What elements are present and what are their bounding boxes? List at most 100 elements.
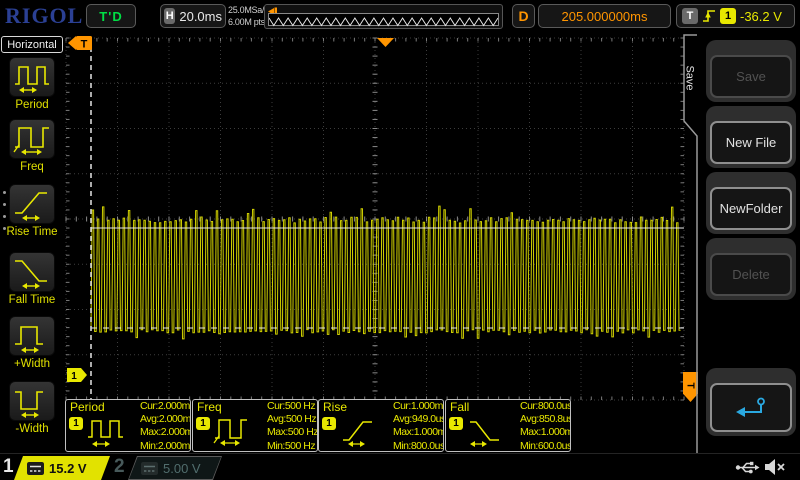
rise-time-icon xyxy=(337,414,387,450)
trigger-slope-icon xyxy=(702,8,716,24)
meas-row: Cur:800.0us xyxy=(520,400,571,413)
meas-row: Avg:949.0us xyxy=(393,413,444,426)
channel-badge: 1 xyxy=(322,417,336,430)
channel-status-bar: 1 15.2 V 2 5.00 V xyxy=(0,453,800,480)
measurement-period: Period 1 Cur:2.000ms Avg:2.000ms Max:2.0… xyxy=(65,399,191,452)
meas-row: Max:1.000ms xyxy=(520,426,571,439)
menu-item-period-button[interactable] xyxy=(9,57,55,97)
measurement-title: Period xyxy=(70,400,105,414)
meas-row: Min:600.0us xyxy=(520,440,571,452)
sample-rate: 25.0MSa/s xyxy=(228,4,268,16)
channel1-trace xyxy=(91,206,681,339)
menu-item-fall-time-button[interactable] xyxy=(9,252,55,292)
channel1-tab[interactable]: 15.2 V xyxy=(14,456,110,480)
menu-item-freq-label: Freq xyxy=(0,161,64,173)
channel1-level-marker[interactable]: 1 xyxy=(67,368,87,382)
menu-item-period-label: Period xyxy=(0,99,64,111)
new-folder-button-label: NewFolder xyxy=(720,201,783,216)
delete-button[interactable]: Delete xyxy=(706,238,796,300)
channel2-tab[interactable]: 5.00 V xyxy=(128,456,222,480)
measurement-freq: Freq 1 Cur:500 Hz Avg:500 Hz Max:500 Hz … xyxy=(192,399,318,452)
page-dot xyxy=(3,215,6,218)
trigger-status-text: T'D xyxy=(99,9,122,24)
trigger-position-marker[interactable]: T xyxy=(68,36,92,51)
period-icon xyxy=(84,414,134,450)
menu-item-rise-time-button[interactable] xyxy=(9,184,55,224)
dc-coupling-icon xyxy=(141,462,158,475)
trigger-status-badge[interactable]: T'D xyxy=(86,4,136,28)
plus-width-icon xyxy=(12,317,52,355)
rise-time-icon xyxy=(12,185,52,223)
fall-time-icon xyxy=(464,414,514,450)
save-button-label: Save xyxy=(736,69,766,84)
delay-offset-badge[interactable]: 205.000000ms xyxy=(538,4,671,28)
fall-time-icon xyxy=(12,253,52,291)
horizontal-timebase-badge[interactable]: H 20.0ms xyxy=(160,4,226,28)
channel-badge: 1 xyxy=(449,417,463,430)
menu-item-plus-width-button[interactable] xyxy=(9,316,55,356)
meas-row: Avg:850.8us xyxy=(520,413,571,426)
save-button[interactable]: Save xyxy=(706,40,796,102)
menu-item-minus-width-button[interactable] xyxy=(9,381,55,421)
meas-row: Avg:2.000ms xyxy=(140,413,191,426)
menu-item-freq-button[interactable] xyxy=(9,119,55,159)
d-label: D xyxy=(518,8,528,24)
trigger-source-chip: 1 xyxy=(720,8,736,24)
memory-depth: 6.00M pts xyxy=(228,16,268,28)
measurement-rise: Rise 1 Cur:1.000ms Avg:949.0us Max:1.000… xyxy=(318,399,444,452)
back-arrow-icon xyxy=(733,397,769,419)
new-folder-button[interactable]: NewFolder xyxy=(706,172,796,234)
menu-item-plus-width-label: +Width xyxy=(0,358,64,370)
menu-item-fall-time-label: Fall Time xyxy=(0,294,64,306)
measurement-fall: Fall 1 Cur:800.0us Avg:850.8us Max:1.000… xyxy=(445,399,571,452)
usb-icon xyxy=(735,458,760,477)
meas-row: Max:1.000ms xyxy=(393,426,444,439)
speaker-muted-icon xyxy=(763,457,787,477)
waveform-display[interactable]: T 1 xyxy=(65,33,685,453)
trigger-level-value: -36.2 V xyxy=(740,9,782,24)
sample-rate-readout: 25.0MSa/s 6.00M pts xyxy=(228,4,268,28)
svg-text:T: T xyxy=(81,39,88,51)
measurement-title: Rise xyxy=(323,400,347,414)
page-dot xyxy=(3,191,6,194)
svg-text:1: 1 xyxy=(71,371,77,382)
left-menu-title: Horizontal xyxy=(1,36,63,53)
right-menu-tab-title: Save xyxy=(682,42,698,114)
meas-row: Min:500 Hz xyxy=(267,440,318,452)
channel1-scale: 15.2 V xyxy=(49,461,87,476)
channel-badge: 1 xyxy=(69,417,83,430)
dc-coupling-icon xyxy=(27,462,44,475)
meas-row: Min:2.000ms xyxy=(140,440,191,452)
timebase-value: 20.0ms xyxy=(179,9,222,24)
period-icon xyxy=(12,58,52,96)
delay-offset-value: 205.000000ms xyxy=(561,9,647,24)
right-menu-tab-text: Save xyxy=(684,65,696,90)
minus-width-icon xyxy=(12,382,52,420)
meas-row: Cur:1.000ms xyxy=(393,400,444,413)
new-file-button-label: New File xyxy=(726,135,777,150)
trigger-time-indicator[interactable] xyxy=(377,38,394,47)
oscilloscope-screen: RIGOL T'D H 20.0ms 25.0MSa/s 6.00M pts D… xyxy=(0,0,800,480)
channel2-scale: 5.00 V xyxy=(163,461,201,476)
measurement-title: Freq xyxy=(197,400,222,414)
menu-item-minus-width-label: -Width xyxy=(0,423,64,435)
status-bar: RIGOL T'D H 20.0ms 25.0MSa/s 6.00M pts D… xyxy=(0,0,800,33)
trigger-info-badge[interactable]: T 1 -36.2 V xyxy=(676,4,795,28)
page-dot xyxy=(3,203,6,206)
t-chip: T xyxy=(682,8,698,24)
page-dot xyxy=(3,227,6,230)
meas-row: Min:800.0us xyxy=(393,440,444,452)
menu-item-rise-time-label: Rise Time xyxy=(0,226,64,238)
freq-icon xyxy=(12,120,52,158)
meas-row: Cur:2.000ms xyxy=(140,400,191,413)
rigol-logo: RIGOL xyxy=(5,3,83,29)
measurement-title: Fall xyxy=(450,400,469,414)
freq-icon xyxy=(211,414,261,450)
channel-badge: 1 xyxy=(196,417,210,430)
back-button[interactable] xyxy=(706,368,796,436)
h-chip: H xyxy=(164,8,175,24)
delete-button-label: Delete xyxy=(732,267,770,282)
new-file-button[interactable]: New File xyxy=(706,106,796,168)
meas-row: Max:500 Hz xyxy=(267,426,318,439)
meas-row: Avg:500 Hz xyxy=(267,413,318,426)
